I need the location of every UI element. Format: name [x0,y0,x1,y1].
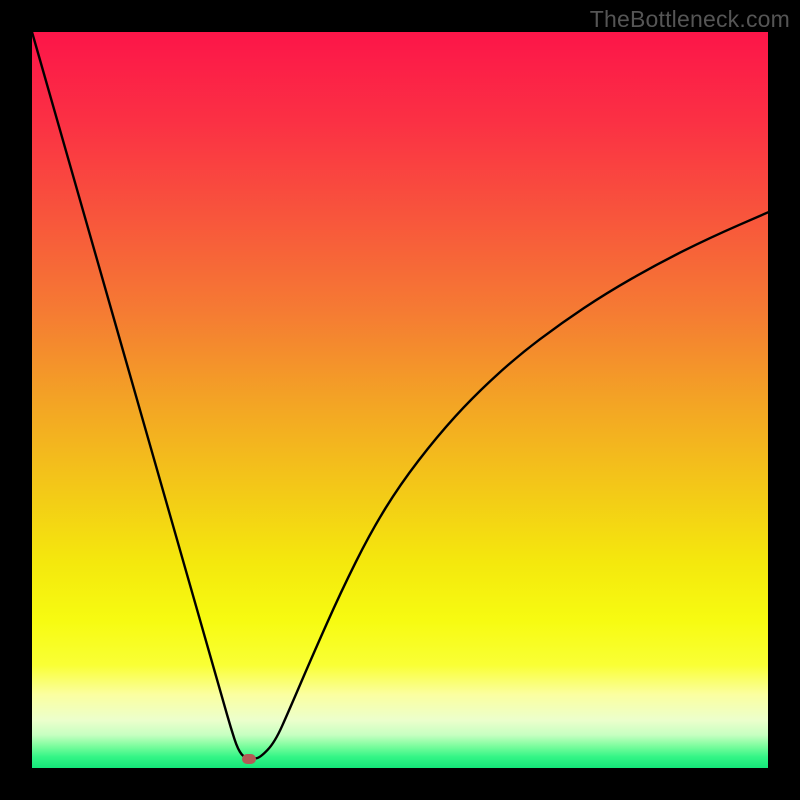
bottleneck-curve [32,32,768,768]
attribution-label: TheBottleneck.com [590,6,790,33]
optimal-marker [242,754,256,764]
chart-container: TheBottleneck.com [0,0,800,800]
plot-area [32,32,768,768]
